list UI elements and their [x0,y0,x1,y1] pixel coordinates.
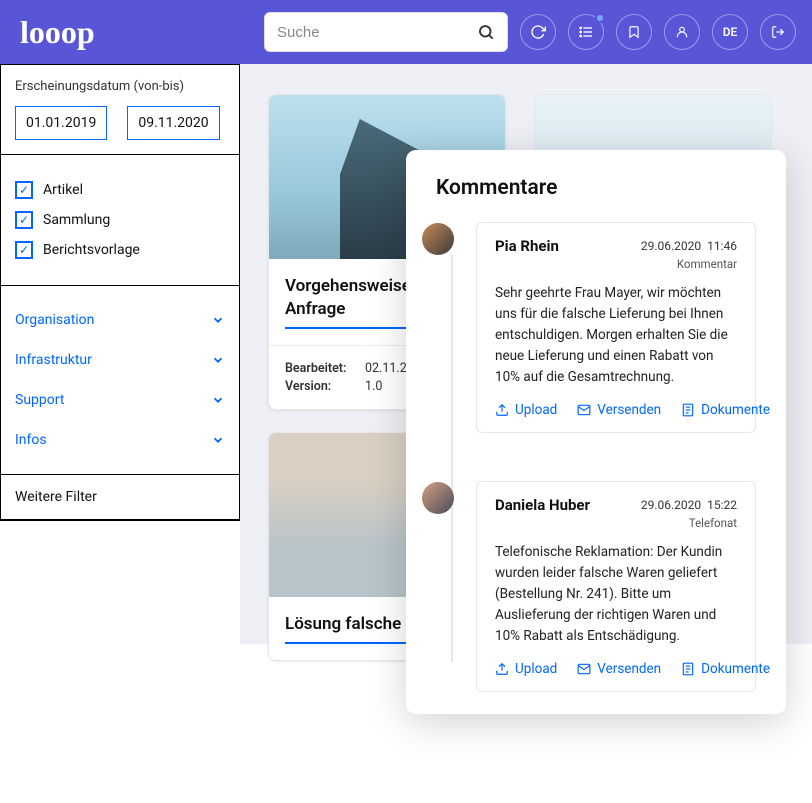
docs-action[interactable]: Dokumente [681,661,770,677]
chevron-down-icon [211,433,225,447]
filter-infrastruktur[interactable]: Infrastruktur [15,340,225,380]
comment-meta: 29.06.2020 11:46 Kommentar [641,237,737,273]
comments-panel: Kommentare Pia Rhein 29.06.2020 11:46 Ko… [406,150,786,714]
refresh-button[interactable] [520,14,556,50]
document-icon [681,662,695,676]
logo: looop [16,14,95,51]
checkbox-icon: ✓ [15,181,33,199]
filter-infos[interactable]: Infos [15,420,225,460]
comment-body: Telefonische Reklamation: Der Kundin wur… [495,542,737,647]
date-filter-section: Erscheinungsdatum (von-bis) 01.01.2019 0… [1,65,239,155]
comment-author: Daniela Huber [495,496,590,514]
chevron-down-icon [211,313,225,327]
chevron-down-icon [211,393,225,407]
date-filter-label: Erscheinungsdatum (von-bis) [15,79,225,94]
header: looop DE [0,0,812,64]
sidebar: Erscheinungsdatum (von-bis) 01.01.2019 0… [0,64,240,521]
mail-icon [577,662,591,676]
upload-action[interactable]: Upload [495,402,557,418]
logout-button[interactable] [760,14,796,50]
upload-action[interactable]: Upload [495,661,557,677]
upload-icon [495,662,509,676]
comment-author: Pia Rhein [495,237,559,255]
checkbox-sammlung[interactable]: ✓ Sammlung [15,211,225,229]
category-filter-section: Organisation Infrastruktur Support Infos [1,286,239,475]
date-to-input[interactable]: 09.11.2020 [127,106,219,140]
upload-icon [495,403,509,417]
comment-item: Daniela Huber 29.06.2020 15:22 Telefonat… [476,481,756,692]
type-filter-section: ✓ Artikel ✓ Sammlung ✓ Berichtsvorlage [1,155,239,286]
filter-organisation[interactable]: Organisation [15,300,225,340]
filter-support[interactable]: Support [15,380,225,420]
avatar [422,482,454,514]
list-button[interactable] [568,14,604,50]
checkbox-icon: ✓ [15,241,33,259]
search-icon [477,23,495,41]
comment-actions: Upload Versenden Dokumente [495,661,737,677]
send-action[interactable]: Versenden [577,402,661,418]
checkbox-artikel[interactable]: ✓ Artikel [15,181,225,199]
language-button[interactable]: DE [712,14,748,50]
send-action[interactable]: Versenden [577,661,661,677]
notification-dot [595,13,605,23]
bookmark-button[interactable] [616,14,652,50]
panel-title: Kommentare [436,176,756,200]
search-input[interactable] [277,24,477,41]
avatar [422,223,454,255]
date-from-input[interactable]: 01.01.2019 [15,106,107,140]
user-button[interactable] [664,14,700,50]
chevron-down-icon [211,353,225,367]
mail-icon [577,403,591,417]
document-icon [681,403,695,417]
search-box[interactable] [264,12,508,52]
comment-body: Sehr geehrte Frau Mayer, wir möchten uns… [495,283,737,388]
comment-item: Pia Rhein 29.06.2020 11:46 Kommentar Seh… [476,222,756,433]
checkbox-icon: ✓ [15,211,33,229]
more-filters[interactable]: Weitere Filter [1,475,239,520]
timeline: Pia Rhein 29.06.2020 11:46 Kommentar Seh… [436,222,756,692]
comment-meta: 29.06.2020 15:22 Telefonat [641,496,737,532]
docs-action[interactable]: Dokumente [681,402,770,418]
comment-actions: Upload Versenden Dokumente [495,402,737,418]
checkbox-berichtsvorlage[interactable]: ✓ Berichtsvorlage [15,241,225,259]
